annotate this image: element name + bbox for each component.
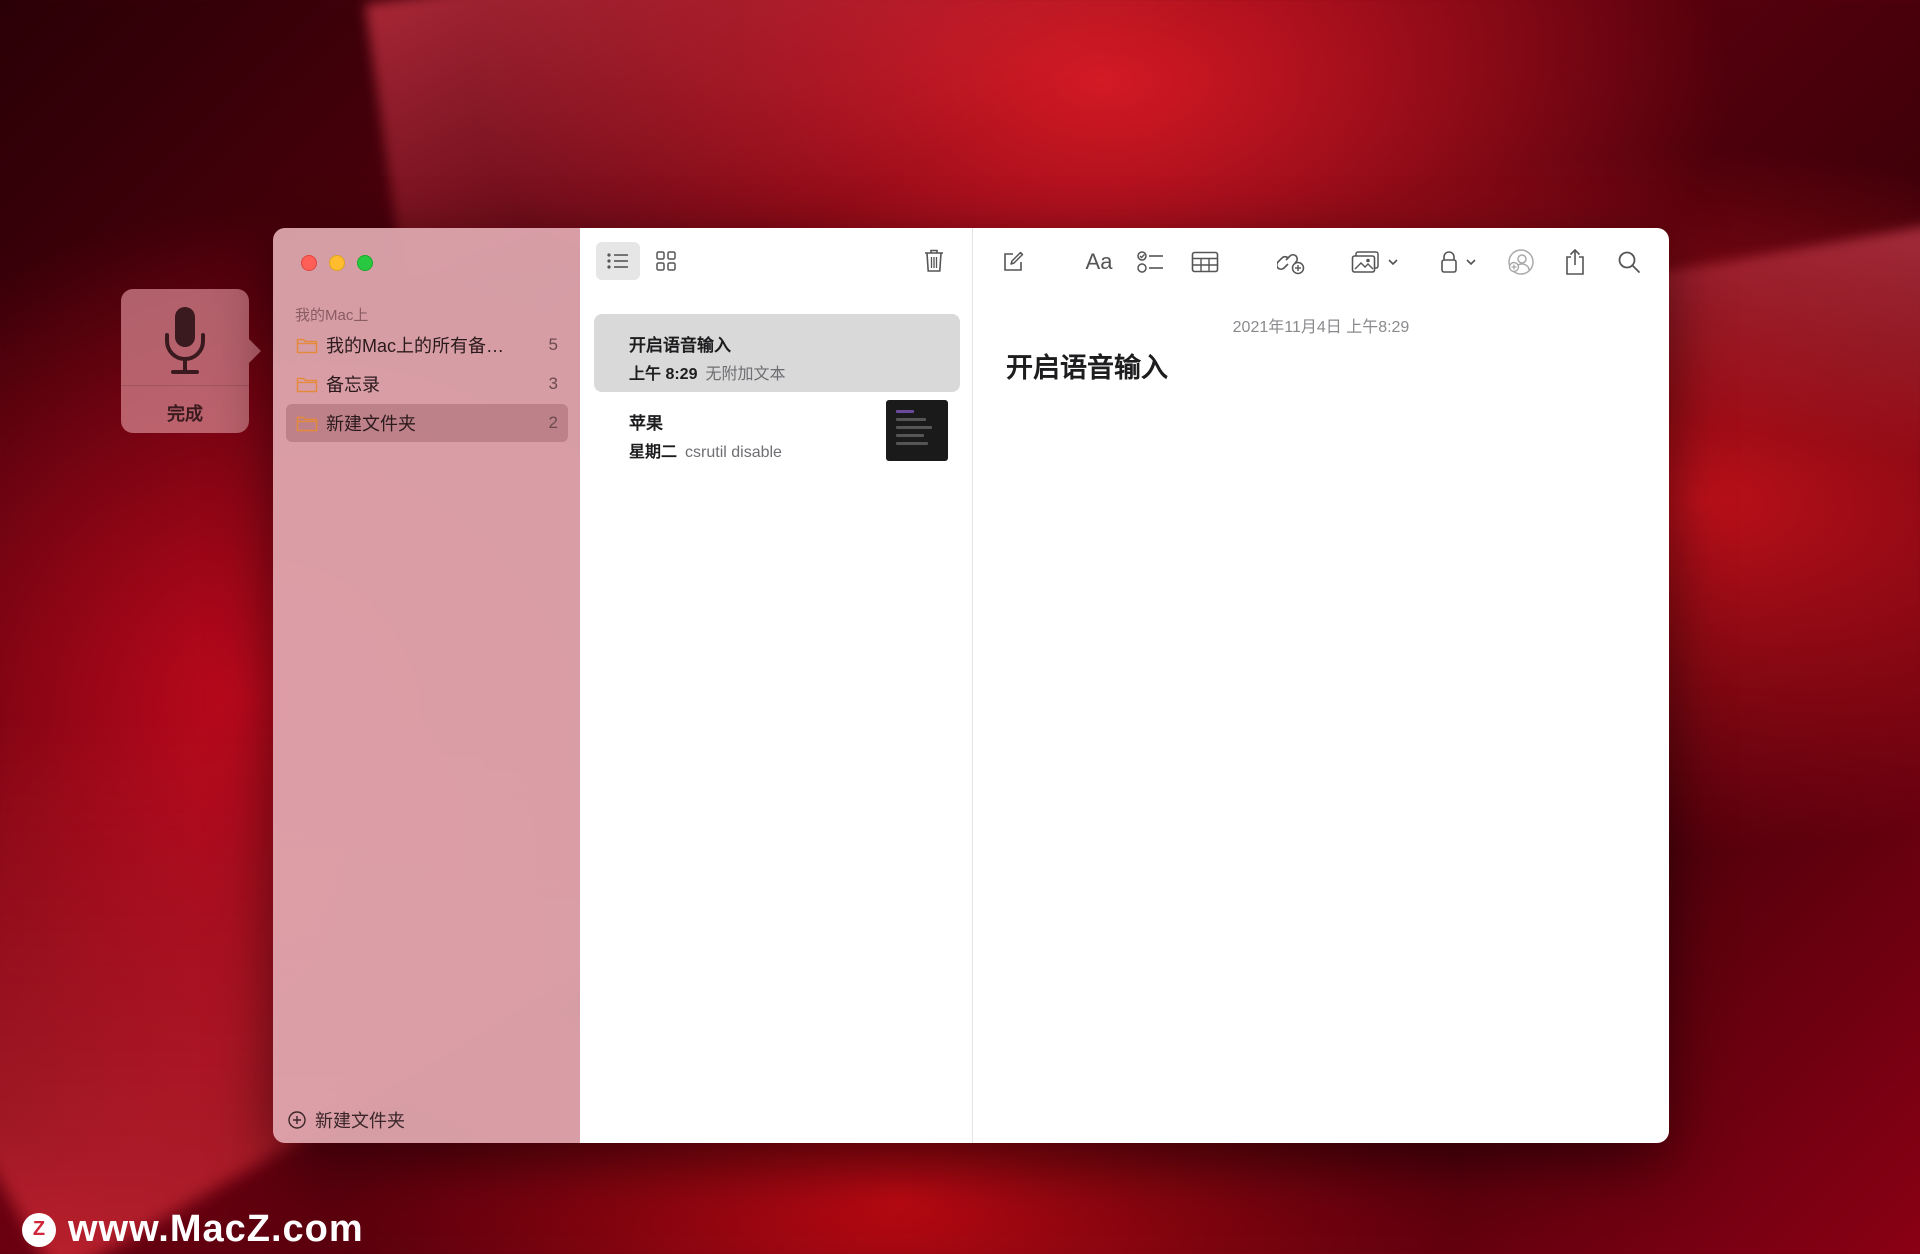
folder-list: 我的Mac上的所有备… 5 备忘录 3 新建文件夹 2 xyxy=(286,326,568,443)
folder-count: 3 xyxy=(548,374,558,393)
note-date: 2021年11月4日 上午8:29 xyxy=(1232,319,1410,336)
note-title: 开启语音输入 xyxy=(629,336,731,355)
maximize-button[interactable] xyxy=(357,255,373,271)
watermark-url: www.MacZ.com xyxy=(68,1208,364,1250)
microphone-icon xyxy=(165,307,205,374)
checklist-button[interactable] xyxy=(1133,244,1169,280)
dictation-popover: 完成 xyxy=(121,289,261,433)
folder-icon xyxy=(296,416,318,432)
sidebar-item-notes[interactable]: 备忘录 3 xyxy=(286,365,568,403)
sidebar-section-title: 我的Mac上 xyxy=(295,307,369,324)
note-time: 星期二 xyxy=(629,444,678,461)
checklist-icon xyxy=(1137,251,1163,273)
note-body-title[interactable]: 开启语音输入 xyxy=(1006,346,1168,385)
trash-icon xyxy=(925,249,943,272)
gallery-view-button[interactable] xyxy=(644,242,688,280)
notes-window: 我的Mac上 我的Mac上的所有备… 5 备忘录 3 新建文件夹 2 新建文件夹 xyxy=(273,228,1669,1143)
add-link-button[interactable] xyxy=(1273,244,1309,280)
new-folder-label: 新建文件夹 xyxy=(315,1111,405,1131)
folder-name: 新建文件夹 xyxy=(326,414,416,434)
sidebar-item-all-notes[interactable]: 我的Mac上的所有备… 5 xyxy=(286,326,568,364)
watermark: Z www.MacZ.com xyxy=(22,1208,364,1251)
note-meta: 上午 8:29 无附加文本 xyxy=(629,360,960,384)
note-thumbnail xyxy=(886,400,948,461)
minimize-button[interactable] xyxy=(329,255,345,271)
table-icon xyxy=(1191,251,1219,273)
list-toolbar xyxy=(580,228,972,298)
compose-button[interactable] xyxy=(995,244,1031,280)
folder-count: 2 xyxy=(548,413,558,432)
sidebar: 我的Mac上 我的Mac上的所有备… 5 备忘录 3 新建文件夹 2 新建文件夹 xyxy=(273,228,580,1143)
divider xyxy=(121,385,249,386)
format-button[interactable]: Aa xyxy=(1077,244,1121,280)
folder-name: 备忘录 xyxy=(326,375,380,395)
note-preview: csrutil disable xyxy=(685,444,782,461)
close-button[interactable] xyxy=(301,255,317,271)
note-preview: 无附加文本 xyxy=(705,366,786,383)
grid-icon xyxy=(656,251,676,271)
sidebar-item-new-folder[interactable]: 新建文件夹 2 xyxy=(286,404,568,442)
chevron-down-icon xyxy=(1388,259,1398,266)
compose-icon xyxy=(1004,251,1024,271)
search-button[interactable] xyxy=(1611,244,1647,280)
chevron-down-icon xyxy=(1466,259,1476,266)
note-list-item[interactable]: 苹果 星期二 csrutil disable xyxy=(594,392,960,470)
search-icon xyxy=(1618,251,1640,273)
add-people-icon xyxy=(1508,249,1534,275)
list-view-button[interactable] xyxy=(596,242,640,280)
media-button[interactable] xyxy=(1347,244,1403,280)
new-folder-button[interactable]: 新建文件夹 xyxy=(287,1107,405,1133)
window-controls xyxy=(301,255,373,271)
watermark-logo: Z xyxy=(22,1212,56,1247)
collaborate-button[interactable] xyxy=(1503,244,1539,280)
photo-icon xyxy=(1351,251,1379,273)
table-button[interactable] xyxy=(1187,244,1223,280)
editor-toolbar: Aa xyxy=(973,228,1669,298)
share-icon xyxy=(1566,248,1584,275)
link-plus-icon xyxy=(1277,253,1305,275)
folder-icon xyxy=(296,338,318,354)
lock-button[interactable] xyxy=(1433,244,1483,280)
note-editor: Aa 2021年11月4日 上午8:29 开启语音输入 xyxy=(973,228,1669,1143)
share-button[interactable] xyxy=(1557,244,1593,280)
list-icon xyxy=(607,253,628,269)
folder-icon xyxy=(296,377,318,393)
note-time: 上午 8:29 xyxy=(629,366,698,383)
note-list-pane: 开启语音输入 上午 8:29 无附加文本 苹果 星期二 csrutil disabl… xyxy=(580,228,973,1143)
note-list-item[interactable]: 开启语音输入 上午 8:29 无附加文本 xyxy=(594,314,960,392)
folder-count: 5 xyxy=(548,335,558,354)
dictation-done-button[interactable]: 完成 xyxy=(167,400,203,426)
lock-icon xyxy=(1441,251,1457,273)
folder-name: 我的Mac上的所有备… xyxy=(326,336,505,356)
delete-button[interactable] xyxy=(914,242,954,280)
plus-circle-icon xyxy=(288,1111,306,1129)
